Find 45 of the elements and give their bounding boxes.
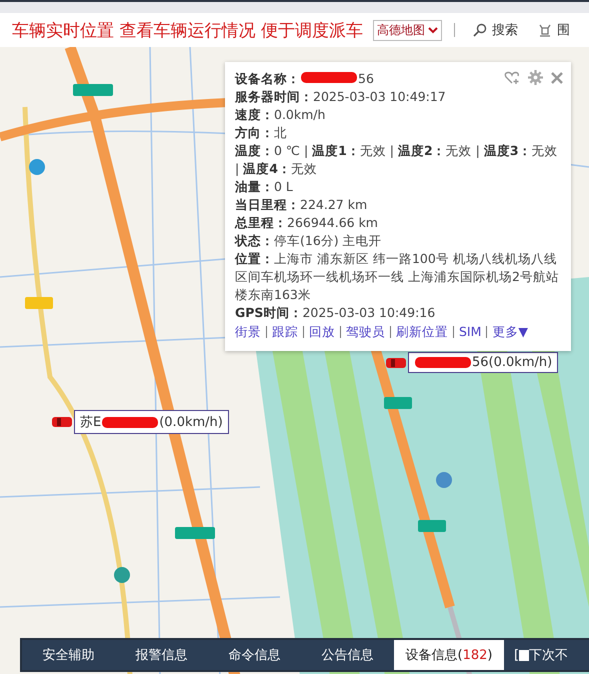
airport-marker-icon — [436, 472, 452, 488]
close-icon[interactable] — [551, 72, 563, 84]
caret-icon — [428, 26, 438, 34]
popup-link[interactable]: 街景 — [235, 323, 261, 341]
popup-link[interactable]: 回放 — [309, 323, 335, 341]
poi-marker-icon — [29, 159, 45, 175]
road-sign-shield — [418, 520, 446, 532]
tab[interactable]: 设备信息(182) — [394, 640, 504, 670]
tab[interactable]: 公告信息 — [301, 640, 394, 670]
heart-add-icon[interactable] — [504, 70, 520, 84]
poi-marker-icon — [114, 567, 130, 583]
popup-link[interactable]: 驾驶员 — [346, 323, 385, 341]
car-icon[interactable] — [52, 416, 72, 428]
road-sign-shield — [384, 397, 412, 409]
popup-link[interactable]: SIM — [459, 323, 482, 341]
road-sign-shield — [175, 527, 215, 539]
page-title: 车辆实时位置 查看车辆运行情况 便于调度派车 — [12, 20, 363, 42]
info-line: GPS时间：2025-03-03 10:49:16 — [235, 304, 436, 322]
vehicle-label[interactable]: 56(0.0km/h) — [408, 352, 558, 373]
bracket-mark: [ — [514, 648, 520, 662]
info-line: 状态：停车(16分) 主电开 — [235, 232, 383, 250]
info-line: 当日里程：224.27 km — [235, 196, 368, 214]
map-select[interactable]: 高德地图 — [372, 20, 442, 40]
popup-link[interactable]: 刷新位置 — [396, 323, 448, 341]
road-sign-shield — [73, 84, 113, 96]
checkbox[interactable] — [519, 650, 530, 660]
vehicle-label[interactable]: 苏E (0.0km/h) — [74, 410, 229, 434]
tab[interactable]: 安全辅助 — [22, 640, 115, 670]
info-line: 温度：0 ℃ | 温度1：无效 | 温度2：无效 | 温度3：无效 | 温度4：无效 — [235, 142, 559, 178]
info-line: 油量：0 L — [235, 178, 294, 196]
info-line: 位置：上海市 浦东新区 纬一路100号 机场八线机场八线区间车机场环一线机场环一线 上海浦东国际机场2号航站楼东南163米 — [235, 250, 560, 304]
tab[interactable]: 命令信息 — [208, 640, 301, 670]
tab[interactable]: 报警信息 — [115, 640, 208, 670]
info-line: 速度：0.0km/h — [235, 106, 326, 124]
fence-tool-button[interactable]: 围 — [532, 21, 576, 39]
road-sign-shield — [25, 297, 53, 309]
info-line: 方向：北 — [235, 124, 288, 142]
info-line: 服务器时间：2025-03-03 10:49:17 — [235, 88, 447, 106]
info-line: 总里程：266944.66 km — [235, 214, 379, 232]
checkbox-label: 下次不 — [529, 647, 568, 664]
search-button[interactable]: 搜索 — [466, 21, 524, 39]
search-icon — [472, 23, 487, 37]
popup-link[interactable]: 跟踪 — [272, 323, 298, 341]
fence-icon — [538, 23, 552, 37]
popup-link[interactable]: 更多▼ — [492, 323, 528, 341]
